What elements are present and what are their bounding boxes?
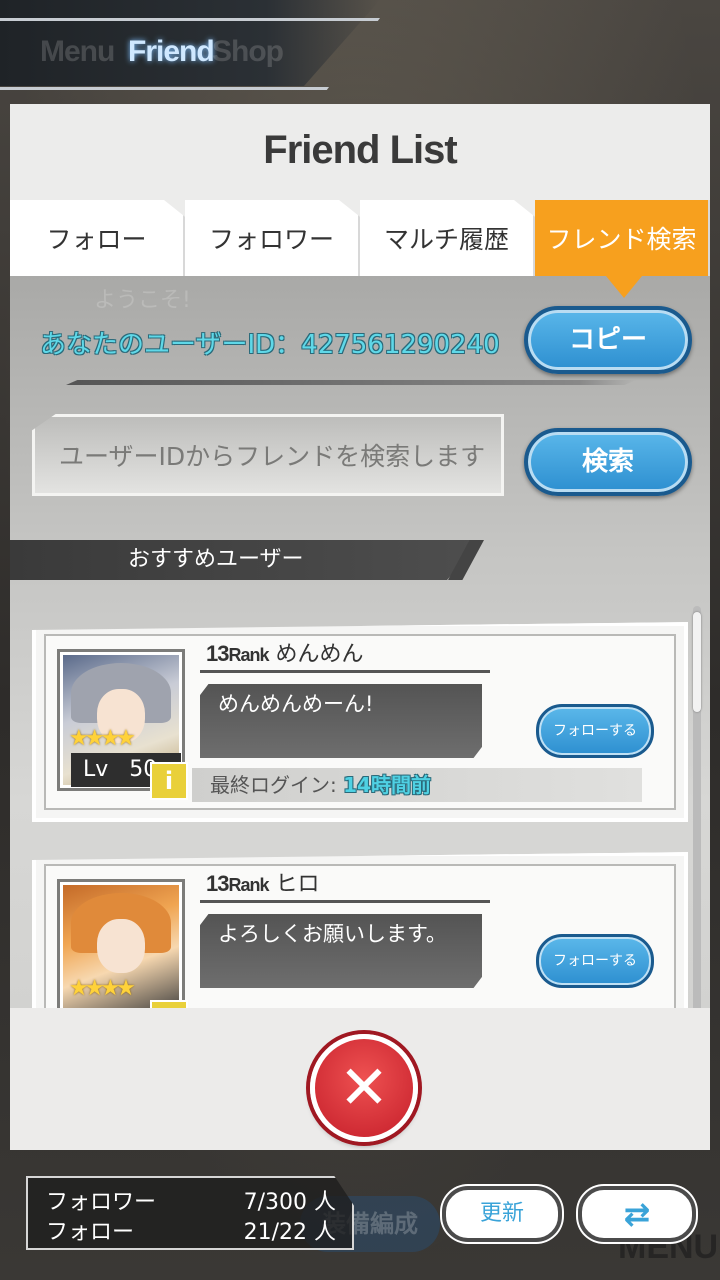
swap-icon[interactable]: ⇄	[578, 1186, 696, 1242]
rank-number: 13	[206, 641, 230, 666]
follow-button[interactable]: フォローする	[536, 704, 654, 758]
follow-count-row: フォロー 21/22 人	[46, 1214, 336, 1246]
rank-word: Rank	[228, 875, 269, 895]
welcome-watermark: ようこそ!	[94, 288, 191, 313]
rank-word: Rank	[228, 645, 269, 665]
tab-multi-history[interactable]: マルチ履歴	[360, 200, 535, 276]
user-card[interactable]: ★★★★ Lv 50 i 13Rank めんめん めんめんめーん! フォローする…	[32, 622, 688, 822]
panel-footer: ✕	[10, 1008, 710, 1150]
active-tab-pointer	[606, 276, 642, 298]
tab-follow[interactable]: フォロー	[10, 200, 185, 276]
user-rank-name: 13Rank ヒロ	[206, 866, 320, 898]
rank-number: 13	[206, 871, 230, 896]
last-login-label: 最終ログイン:	[210, 773, 344, 797]
last-login: 最終ログイン: 14時間前	[192, 768, 642, 802]
name-underline	[200, 900, 490, 903]
follower-count: 7/300 人	[243, 1190, 336, 1215]
divider	[66, 380, 636, 385]
follow-button[interactable]: フォローする	[536, 934, 654, 988]
info-icon[interactable]: i	[150, 762, 188, 800]
follow-count: 21/22 人	[243, 1220, 336, 1245]
user-id-label: あなたのユーザーID：427561290240	[40, 330, 500, 360]
last-login-value: 14時間前	[343, 773, 431, 797]
follow-label: フォロー	[46, 1220, 135, 1245]
tab-followers[interactable]: フォロワー	[185, 200, 360, 276]
copy-button[interactable]: コピー	[524, 306, 692, 374]
tab-friend-search[interactable]: フレンド検索	[535, 200, 710, 276]
friend-counts-box: フォロワー 7/300 人 フォロー 21/22 人	[26, 1176, 354, 1250]
name-underline	[200, 670, 490, 673]
user-name: ヒロ	[275, 872, 320, 897]
close-icon[interactable]: ✕	[310, 1034, 418, 1142]
header-tab-friend[interactable]: Friend	[128, 30, 215, 74]
level-label: Lv	[83, 757, 109, 782]
header-tab-shop[interactable]: Shop	[212, 30, 284, 74]
follower-count-row: フォロワー 7/300 人	[46, 1184, 336, 1216]
user-name: めんめん	[275, 642, 364, 667]
tab-bar: フォロー フォロワー マルチ履歴 フレンド検索	[10, 200, 710, 276]
panel-title: Friend List	[263, 128, 457, 172]
recommended-users-header: おすすめユーザー	[10, 540, 480, 580]
avatar-face	[97, 919, 145, 973]
friend-list-panel: Friend List フォロー フォロワー マルチ履歴 フレンド検索 ようこそ…	[10, 104, 710, 1150]
header-tab-menu[interactable]: Menu	[40, 30, 115, 74]
user-id-search-input[interactable]: ユーザーIDからフレンドを検索します	[32, 414, 504, 496]
follower-label: フォロワー	[46, 1190, 157, 1215]
search-button[interactable]: 検索	[524, 428, 692, 496]
refresh-button[interactable]: 更新	[442, 1186, 562, 1242]
rarity-stars-icon: ★★★★	[69, 726, 136, 751]
user-message: めんめんめーん!	[200, 684, 482, 758]
rarity-stars-icon: ★★★★	[69, 976, 136, 1001]
user-avatar[interactable]: ★★★★	[60, 882, 182, 1018]
scrollbar-thumb[interactable]	[693, 612, 701, 712]
user-rank-name: 13Rank めんめん	[206, 636, 364, 668]
user-message: よろしくお願いします。	[200, 914, 482, 988]
